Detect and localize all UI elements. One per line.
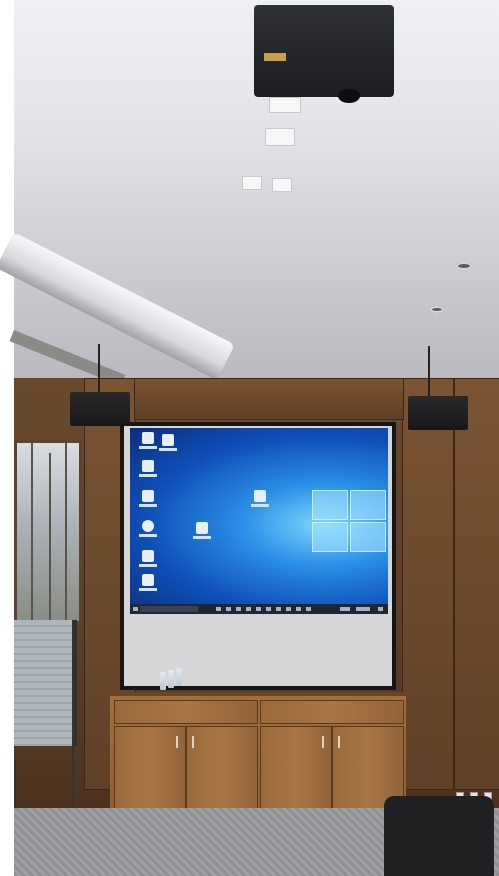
folder-icon bbox=[142, 490, 154, 502]
taskbar-app-icon bbox=[236, 607, 241, 611]
desktop-icon-label bbox=[139, 534, 157, 537]
cabinet-drawer bbox=[114, 700, 258, 724]
water-bottle bbox=[176, 668, 182, 686]
system-tray-icon bbox=[340, 607, 350, 611]
browser-icon bbox=[142, 520, 154, 532]
clock-icon bbox=[356, 607, 370, 611]
speaker-mount bbox=[428, 346, 430, 396]
cabinet-handle bbox=[192, 736, 194, 748]
window-blind bbox=[14, 620, 77, 746]
tree-trunk bbox=[65, 443, 67, 621]
taskbar-app-icon bbox=[256, 607, 261, 611]
taskbar-app-icon bbox=[286, 607, 291, 611]
desktop-icon-label bbox=[139, 564, 157, 567]
document-icon bbox=[196, 522, 208, 534]
settings-icon bbox=[142, 550, 154, 562]
document-icon bbox=[254, 490, 266, 502]
ceiling-tile bbox=[272, 178, 292, 192]
wall-panel bbox=[454, 378, 499, 790]
left-speaker bbox=[70, 392, 130, 426]
notification-icon bbox=[378, 607, 383, 611]
office-chair bbox=[384, 796, 494, 876]
desktop-icon-label bbox=[251, 504, 269, 507]
right-speaker bbox=[408, 396, 468, 430]
taskbar-app-icon bbox=[296, 607, 301, 611]
window bbox=[14, 440, 82, 624]
water-bottle bbox=[168, 670, 174, 688]
document-icon bbox=[142, 460, 154, 472]
wall-panel bbox=[402, 378, 454, 790]
desktop-icon-label bbox=[139, 504, 157, 507]
taskbar-search-box bbox=[140, 606, 198, 612]
projector-lens bbox=[338, 89, 360, 103]
ceiling-tile bbox=[269, 97, 301, 113]
ceiling-projector bbox=[254, 5, 394, 103]
cabinet-handle bbox=[322, 736, 324, 748]
ceiling-tile bbox=[242, 176, 262, 190]
desktop-icon-label bbox=[139, 474, 157, 477]
cabinet-handle bbox=[338, 736, 340, 748]
desktop-icon-label bbox=[193, 536, 211, 539]
conference-room-photo bbox=[0, 0, 499, 876]
desktop-icon-label bbox=[139, 588, 157, 591]
taskbar-app-icon bbox=[306, 607, 311, 611]
projector-label bbox=[264, 53, 286, 61]
taskbar-app-icon bbox=[216, 607, 221, 611]
taskbar-app-icon bbox=[266, 607, 271, 611]
wall-panel bbox=[134, 378, 404, 420]
taskbar-app-icon bbox=[246, 607, 251, 611]
windows-logo-icon bbox=[312, 490, 386, 552]
settings-icon bbox=[142, 574, 154, 586]
start-icon bbox=[133, 607, 138, 611]
cabinet-handle bbox=[176, 736, 178, 748]
ceiling-tile bbox=[265, 128, 295, 146]
tree-trunk bbox=[31, 443, 33, 621]
image-left-border bbox=[0, 0, 14, 876]
recycle-bin-icon bbox=[142, 432, 154, 444]
projected-taskbar bbox=[130, 604, 388, 614]
taskbar-app-icon bbox=[226, 607, 231, 611]
cabinet-drawer bbox=[260, 700, 404, 724]
speaker-mount bbox=[98, 344, 100, 392]
ceiling-downlight bbox=[456, 262, 472, 270]
ceiling-downlight bbox=[430, 306, 444, 313]
folder-icon bbox=[162, 434, 174, 446]
desktop-icon-label bbox=[139, 446, 157, 449]
projected-windows-desktop bbox=[130, 428, 388, 604]
tree-trunk bbox=[49, 453, 51, 621]
taskbar-app-icon bbox=[276, 607, 281, 611]
desktop-icon-label bbox=[159, 448, 177, 451]
water-bottle bbox=[160, 672, 166, 690]
